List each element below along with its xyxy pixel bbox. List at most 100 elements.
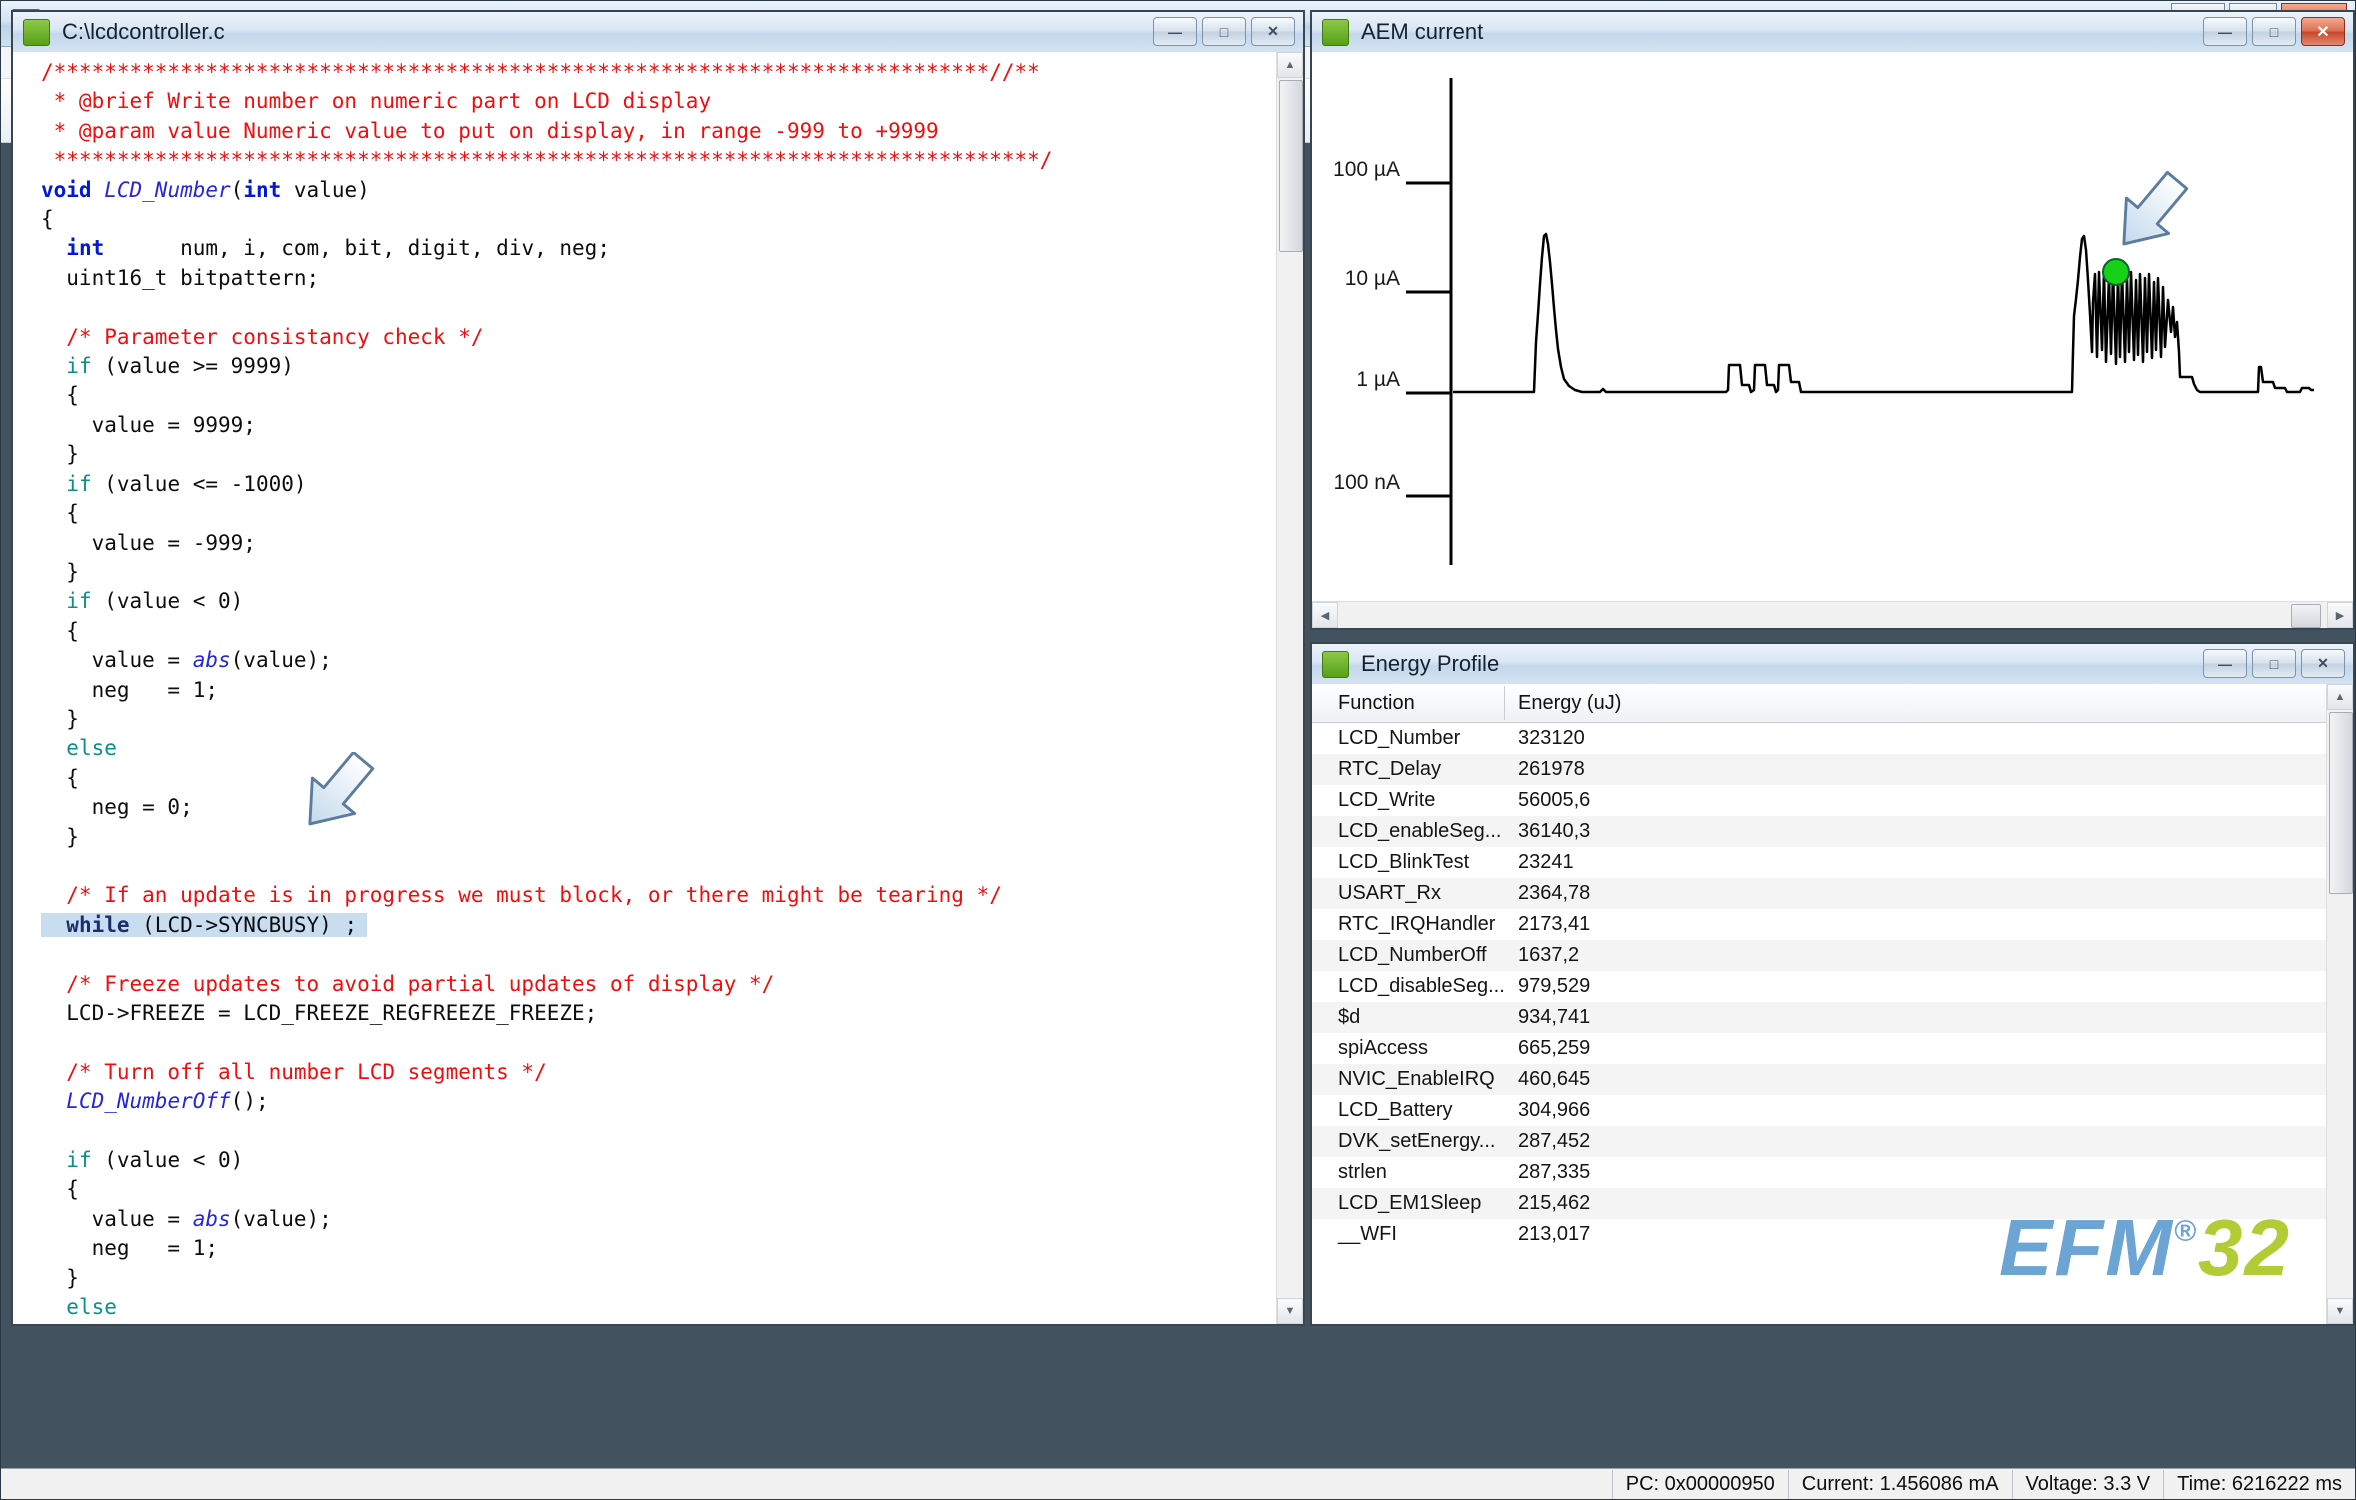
function-name: LCD_BlinkTest (1338, 851, 1469, 874)
table-row[interactable]: LCD_BlinkTest23241 (1312, 847, 2327, 878)
scroll-right-button[interactable]: ▶ (2327, 602, 2353, 628)
code-line: LCD_NumberOff(); (41, 1087, 1277, 1116)
aem-panel-titlebar[interactable]: AEM current — □ ✕ (1312, 12, 2353, 53)
column-header-energy[interactable]: Energy (uJ) (1518, 692, 1621, 715)
function-name: __WFI (1338, 1223, 1397, 1246)
table-row[interactable]: USART_Rx2364,78 (1312, 878, 2327, 909)
energy-panel-titlebar[interactable]: Energy Profile — □ ✕ (1312, 644, 2353, 685)
minimize-icon: — (1168, 24, 1182, 40)
code-line (41, 940, 1277, 969)
energy-value: 213,017 (1518, 1223, 1590, 1246)
scroll-down-icon: ▼ (1285, 1305, 1296, 1317)
code-panel-controls: — □ ✕ (1153, 17, 1295, 46)
table-row[interactable]: $d934,741 (1312, 1002, 2327, 1033)
scroll-up-icon: ▲ (2335, 691, 2346, 703)
cursor-marker-dot[interactable] (2103, 259, 2129, 285)
column-header-function[interactable]: Function (1338, 692, 1415, 715)
code-line: { (41, 1175, 1277, 1204)
scroll-thumb[interactable] (1279, 80, 1303, 252)
code-line: int num, i, com, bit, digit, div, neg; (41, 234, 1277, 263)
table-row[interactable]: LCD_disableSeg... 979,529 (1312, 971, 2327, 1002)
table-row[interactable]: NVIC_EnableIRQ460,645 (1312, 1064, 2327, 1095)
close-icon: ✕ (2316, 22, 2329, 42)
energy-value: 287,335 (1518, 1161, 1590, 1184)
code-line: } (41, 705, 1277, 734)
function-name: $d (1338, 1006, 1360, 1029)
code-line: neg = 1; (41, 1234, 1277, 1263)
energy-value: 304,966 (1518, 1099, 1590, 1122)
table-header[interactable]: Function Energy (uJ) (1312, 684, 2327, 723)
scroll-thumb[interactable] (2329, 712, 2353, 894)
code-line: if (value >= 9999) (41, 352, 1277, 381)
function-name: LCD_Battery (1338, 1099, 1453, 1122)
code-line: * @param value Numeric value to put on d… (41, 117, 1277, 146)
function-name: LCD_enableSeg... (1338, 820, 1501, 843)
scroll-down-button[interactable]: ▼ (1277, 1298, 1303, 1324)
function-name: USART_Rx (1338, 882, 1441, 905)
aem-minimize-button[interactable]: — (2203, 17, 2247, 46)
energy-panel-controls: — □ ✕ (2203, 649, 2345, 678)
table-row[interactable]: LCD_Write56005,6 (1312, 785, 2327, 816)
energy-icon (1322, 651, 1349, 678)
callout-arrow-icon (2103, 163, 2199, 262)
code-line: if (value < 0) (41, 1146, 1277, 1175)
code-panel-titlebar[interactable]: C:\lcdcontroller.c — □ ✕ (13, 12, 1303, 53)
code-minimize-button[interactable]: — (1153, 17, 1197, 46)
table-row[interactable]: DVK_setEnergy...287,452 (1312, 1126, 2327, 1157)
code-close-button[interactable]: ✕ (1251, 17, 1295, 46)
scroll-left-button[interactable]: ◀ (1312, 602, 1338, 628)
status-item: Voltage: 3.3 V (2012, 1470, 2164, 1499)
table-row[interactable]: LCD_Number323120 (1312, 723, 2327, 754)
energy-profile-panel: Energy Profile — □ ✕ Function Energy (uJ… (1310, 642, 2355, 1326)
aem-restore-button[interactable]: □ (2252, 17, 2296, 46)
column-divider[interactable] (1504, 686, 1505, 720)
scroll-left-icon: ◀ (1321, 609, 1329, 622)
table-row[interactable]: RTC_Delay261978 (1312, 754, 2327, 785)
code-vertical-scrollbar[interactable]: ▲ ▼ (1276, 52, 1303, 1324)
energy-value: 979,529 (1518, 975, 1590, 998)
function-name: RTC_IRQHandler (1338, 913, 1495, 936)
function-name: strlen (1338, 1161, 1387, 1184)
scroll-thumb[interactable] (2291, 604, 2321, 628)
table-row[interactable]: RTC_IRQHandler2173,41 (1312, 909, 2327, 940)
function-name: LCD_Number (1338, 727, 1460, 750)
table-row[interactable]: LCD_enableSeg...36140,3 (1312, 816, 2327, 847)
table-row[interactable]: LCD_NumberOff1637,2 (1312, 940, 2327, 971)
energy-minimize-button[interactable]: — (2203, 649, 2247, 678)
code-line (41, 1028, 1277, 1057)
code-line: } (41, 1264, 1277, 1293)
energy-value: 460,645 (1518, 1068, 1590, 1091)
current-waveform (1453, 234, 2314, 392)
function-name: LCD_disableSeg... (1338, 975, 1505, 998)
code-line: while (LCD->SYNCBUSY) ; (41, 911, 1277, 940)
code-line: value = -999; (41, 529, 1277, 558)
code-area[interactable]: /***************************************… (13, 52, 1277, 1324)
table-row[interactable]: LCD_Battery 304,966 (1312, 1095, 2327, 1126)
scroll-down-icon: ▼ (2335, 1305, 2346, 1317)
code-line: { (41, 617, 1277, 646)
table-row[interactable]: spiAccess665,259 (1312, 1033, 2327, 1064)
restore-icon: □ (1220, 24, 1228, 40)
current-chart[interactable]: 100 µA10 µA1 µA100 nA (1312, 52, 2353, 602)
table-row[interactable]: strlen 287,335 (1312, 1157, 2327, 1188)
scroll-up-button[interactable]: ▲ (1277, 52, 1303, 78)
y-axis-ticks: 100 µA10 µA1 µA100 nA (1333, 158, 1451, 496)
aem-close-button[interactable]: ✕ (2301, 17, 2345, 46)
minimize-icon: — (2218, 24, 2232, 40)
close-icon: ✕ (2317, 655, 2329, 672)
app-window: energyAware Profiler - www.energymicro.c… (0, 0, 2356, 1500)
efm32-logo-reg: ® (2174, 1215, 2198, 1248)
aem-horizontal-scrollbar[interactable]: ◀ ▶ (1312, 601, 2353, 628)
energy-value: 1637,2 (1518, 944, 1579, 967)
energy-value: 215,462 (1518, 1192, 1590, 1215)
energy-vertical-scrollbar[interactable]: ▲ ▼ (2326, 684, 2353, 1324)
scroll-up-button[interactable]: ▲ (2327, 684, 2353, 710)
code-restore-button[interactable]: □ (1202, 17, 1246, 46)
code-line: value = abs(value); (41, 646, 1277, 675)
energy-maximize-button[interactable]: □ (2252, 649, 2296, 678)
scroll-down-button[interactable]: ▼ (2327, 1298, 2353, 1324)
function-name: RTC_Delay (1338, 758, 1441, 781)
code-line: * @brief Write number on numeric part on… (41, 87, 1277, 116)
function-name: spiAccess (1338, 1037, 1428, 1060)
energy-close-button[interactable]: ✕ (2301, 649, 2345, 678)
